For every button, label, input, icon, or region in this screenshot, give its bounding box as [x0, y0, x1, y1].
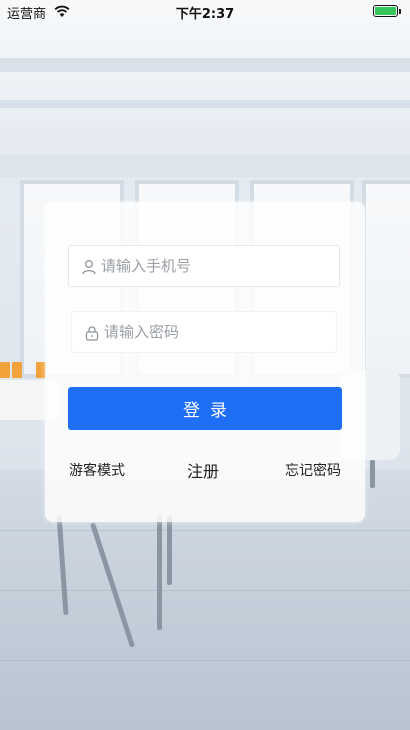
guest-mode-link[interactable]: 游客模式 — [69, 460, 125, 480]
phone-input[interactable] — [101, 246, 331, 286]
chair-leg — [167, 515, 172, 585]
window — [362, 180, 410, 378]
status-bar: 运营商 下午2:37 — [0, 0, 410, 22]
battery-icon — [373, 5, 398, 17]
register-link[interactable]: 注册 — [187, 458, 219, 482]
juice-glass — [0, 362, 10, 378]
login-button[interactable]: 登录 — [68, 387, 342, 430]
ceiling-beam — [0, 58, 410, 72]
lock-icon — [85, 326, 99, 341]
ceiling-beam — [0, 100, 410, 108]
login-card: 登录 游客模式 注册 忘记密码 — [45, 202, 365, 522]
user-icon — [82, 260, 96, 275]
battery-tip — [399, 9, 401, 14]
password-field[interactable] — [71, 311, 337, 353]
chair-leg — [370, 460, 375, 488]
wall-beam — [0, 155, 410, 177]
ceiling — [0, 20, 410, 130]
phone-field[interactable] — [68, 245, 340, 287]
status-time: 下午2:37 — [175, 7, 235, 22]
password-input[interactable] — [104, 312, 334, 352]
battery-level — [375, 7, 396, 15]
forgot-password-link[interactable]: 忘记密码 — [285, 460, 341, 480]
floor-line — [0, 660, 410, 661]
chair-leg — [157, 515, 162, 630]
juice-glass — [12, 362, 22, 378]
